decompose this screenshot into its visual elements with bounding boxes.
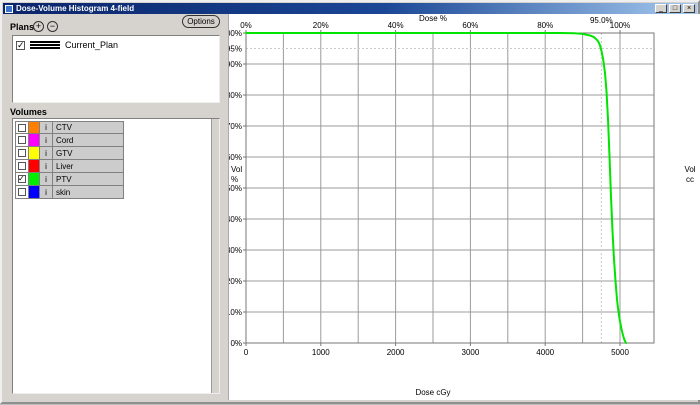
bottom-tick-label: 1000 <box>312 348 330 357</box>
volume-checkbox-skin[interactable] <box>18 188 26 196</box>
bottom-tick-label: 5000 <box>611 348 629 357</box>
top-tick-label: 100% <box>610 21 630 30</box>
left-tick-label: 70% <box>229 122 242 131</box>
left-tick-label: 50% <box>229 184 242 193</box>
bottom-tick-label: 2000 <box>387 348 405 357</box>
app-icon <box>5 5 13 13</box>
volume-checkbox-gtv[interactable] <box>18 149 26 157</box>
plans-section-label: Plans <box>10 22 34 32</box>
volume-checkbox-liver[interactable] <box>18 162 26 170</box>
plans-list: Current_Plan <box>12 35 220 103</box>
volume-name: Liver <box>52 159 124 173</box>
dvh-window: Dose-Volume Histogram 4-field _ □ × Opti… <box>0 0 700 404</box>
volume-info-button[interactable]: i <box>39 185 53 199</box>
left-axis-title: Vol <box>231 165 242 174</box>
volume-name: Cord <box>52 133 124 147</box>
right-axis-title: cc <box>686 175 694 184</box>
volume-info-button[interactable]: i <box>39 159 53 173</box>
bottom-tick-label: 3000 <box>462 348 480 357</box>
minimize-button[interactable]: _ <box>655 4 667 13</box>
left-tick-label: 10% <box>229 308 242 317</box>
add-plan-button[interactable]: + <box>33 21 44 32</box>
volume-name: skin <box>52 185 124 199</box>
left-tick-label: 30% <box>229 246 242 255</box>
dvh-chart-panel: 0%20%40%60%80%100%95.0%Dose %01000200030… <box>228 14 700 400</box>
volume-name: PTV <box>52 172 124 186</box>
bottom-tick-label: 0 <box>244 348 249 357</box>
volumes-section-label: Volumes <box>10 107 47 117</box>
bottom-tick-label: 4000 <box>536 348 554 357</box>
top-tick-label: 40% <box>388 21 404 30</box>
volume-name: GTV <box>52 146 124 160</box>
reference-volume-label: 95% <box>229 45 242 54</box>
remove-plan-button[interactable]: − <box>47 21 58 32</box>
volume-checkbox-ptv[interactable] <box>18 175 26 183</box>
bottom-axis-title: Dose cGy <box>415 388 450 397</box>
volumes-table: iCTViCordiGTViLiveriPTViskin <box>15 121 124 199</box>
left-tick-label: 20% <box>229 277 242 286</box>
left-tick-label: 0% <box>230 339 242 348</box>
left-tick-label: 100% <box>229 29 242 38</box>
volume-checkbox-ctv[interactable] <box>18 124 26 132</box>
volumes-list: iCTViCordiGTViLiveriPTViskin <box>12 118 220 394</box>
volume-info-button[interactable]: i <box>39 172 53 186</box>
left-axis-title: % <box>231 175 238 184</box>
close-button[interactable]: × <box>683 4 695 13</box>
volumes-scrollbar[interactable] <box>211 119 219 393</box>
top-tick-label: 20% <box>313 21 329 30</box>
volume-info-button[interactable]: i <box>39 146 53 160</box>
left-tick-label: 40% <box>229 215 242 224</box>
maximize-button[interactable]: □ <box>669 4 681 13</box>
reference-dose-label: 95.0% <box>590 16 613 25</box>
volume-checkbox-cord[interactable] <box>18 136 26 144</box>
plan-checkbox[interactable] <box>16 41 25 50</box>
top-tick-label: 80% <box>537 21 553 30</box>
left-tick-label: 90% <box>229 60 242 69</box>
volume-info-button[interactable]: i <box>39 133 53 147</box>
dvh-chart: 0%20%40%60%80%100%95.0%Dose %01000200030… <box>229 14 700 400</box>
options-button[interactable]: Options <box>182 15 220 28</box>
window-title: Dose-Volume Histogram 4-field <box>16 4 134 13</box>
title-bar[interactable]: Dose-Volume Histogram 4-field _ □ × <box>3 3 697 14</box>
top-axis-title: Dose % <box>419 14 447 23</box>
left-tick-label: 80% <box>229 91 242 100</box>
plan-line-swatch <box>30 41 60 49</box>
right-axis-title: Vol <box>684 165 695 174</box>
plan-row[interactable]: Current_Plan <box>13 36 219 50</box>
volume-row-skin[interactable]: iskin <box>15 186 124 199</box>
plan-name: Current_Plan <box>65 40 118 50</box>
left-tick-label: 60% <box>229 153 242 162</box>
top-tick-label: 60% <box>462 21 478 30</box>
